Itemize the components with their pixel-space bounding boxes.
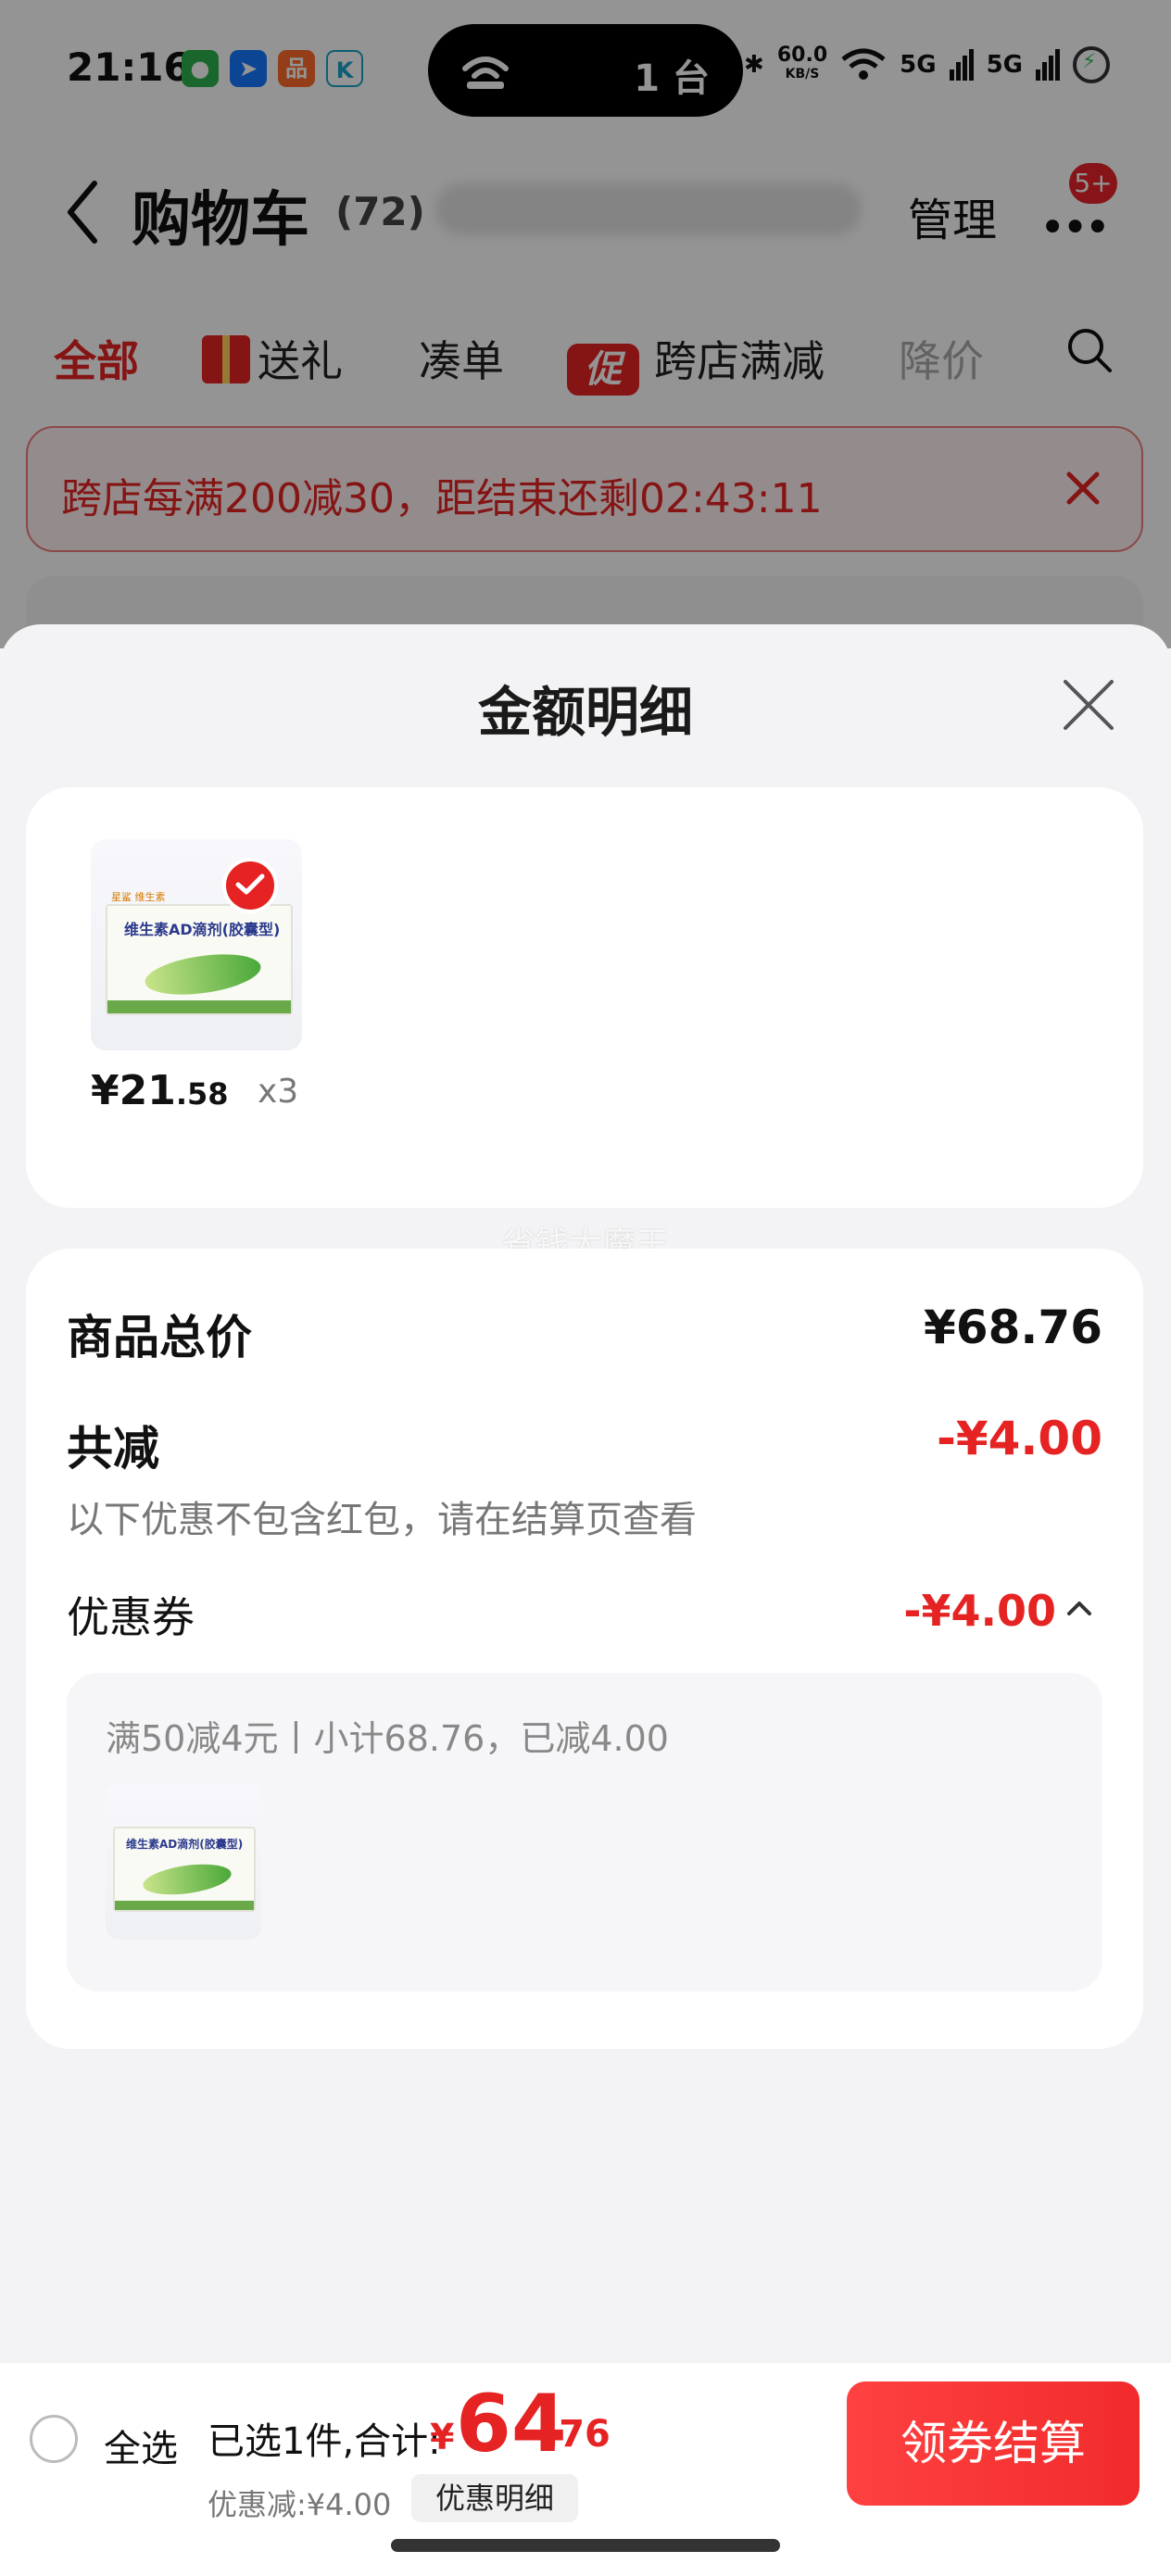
- checkout-button[interactable]: 领券结算: [847, 2381, 1140, 2506]
- item-price: ¥21.58: [91, 1067, 229, 1114]
- product-box-brand: 星鲨 维生素: [111, 891, 166, 903]
- product-box: 星鲨 维生素 维生素AD滴剂(胶囊型): [106, 891, 293, 1015]
- selected-check-icon[interactable]: [222, 858, 278, 913]
- discount-summary: 优惠减:¥4.00: [208, 2487, 392, 2522]
- selected-summary: 已选1件,合计:: [208, 2420, 441, 2463]
- product-image[interactable]: 星鲨 维生素 维生素AD滴剂(胶囊型): [91, 839, 302, 1050]
- select-all-label[interactable]: 全选: [104, 2419, 178, 2472]
- home-indicator[interactable]: [391, 2539, 780, 2552]
- item-quantity: x3: [258, 1073, 299, 1111]
- select-all-radio[interactable]: [30, 2415, 78, 2463]
- checkout-bar: 全选 已选1件,合计: ¥ 64 .76 优惠减:¥4.00 优惠明细 领券结算: [0, 2362, 1171, 2576]
- sheet-title: 金额明细: [477, 681, 693, 744]
- coupon-description: 满50减4元丨小计68.76，已减4.00: [106, 1718, 669, 1759]
- total-decimal: .76: [545, 2413, 611, 2456]
- goods-total-value: ¥68.76: [924, 1301, 1102, 1354]
- amount-detail-sheet: 金额明细 星鲨 维生素 维生素AD滴剂(胶囊型) ¥21.58 x3 省钱大魔王…: [0, 624, 1171, 2362]
- coupon-product-box-stripe: [115, 1901, 254, 1910]
- product-box-label: 维生素AD滴剂(胶囊型): [124, 921, 281, 938]
- coupon-product-box-label: 维生素AD滴剂(胶囊型): [126, 1838, 244, 1851]
- coupon-detail-box: 满50减4元丨小计68.76，已减4.00 维生素AD滴剂(胶囊型): [67, 1673, 1102, 1992]
- modal-overlay[interactable]: [0, 0, 1171, 648]
- coupon-product-box: 维生素AD滴剂(胶囊型): [113, 1827, 256, 1912]
- coupon-product-box-graphic: [141, 1859, 233, 1900]
- discount-note: 以下优惠不包含红包，请在结算页查看: [67, 1499, 697, 1541]
- goods-total-label: 商品总价: [67, 1311, 252, 1364]
- total-discount-label: 共减: [67, 1422, 159, 1476]
- discount-detail-button[interactable]: 优惠明细: [411, 2474, 578, 2522]
- total-currency: ¥: [430, 2417, 455, 2457]
- product-box-graphic: [142, 948, 264, 1001]
- price-summary-card: 商品总价 ¥68.76 共减 -¥4.00 以下优惠不包含红包，请在结算页查看 …: [26, 1249, 1143, 2049]
- chevron-up-icon[interactable]: [1065, 1597, 1093, 1619]
- selected-items-card: 星鲨 维生素 维生素AD滴剂(胶囊型) ¥21.58 x3: [26, 787, 1143, 1208]
- total-discount-value: -¥4.00: [937, 1412, 1102, 1465]
- coupon-product-image[interactable]: 维生素AD滴剂(胶囊型): [106, 1784, 261, 1940]
- product-box-stripe: [107, 1000, 291, 1013]
- coupon-label: 优惠券: [67, 1592, 195, 1642]
- coupon-value[interactable]: -¥4.00: [903, 1586, 1056, 1636]
- sheet-close-icon[interactable]: [1062, 678, 1115, 732]
